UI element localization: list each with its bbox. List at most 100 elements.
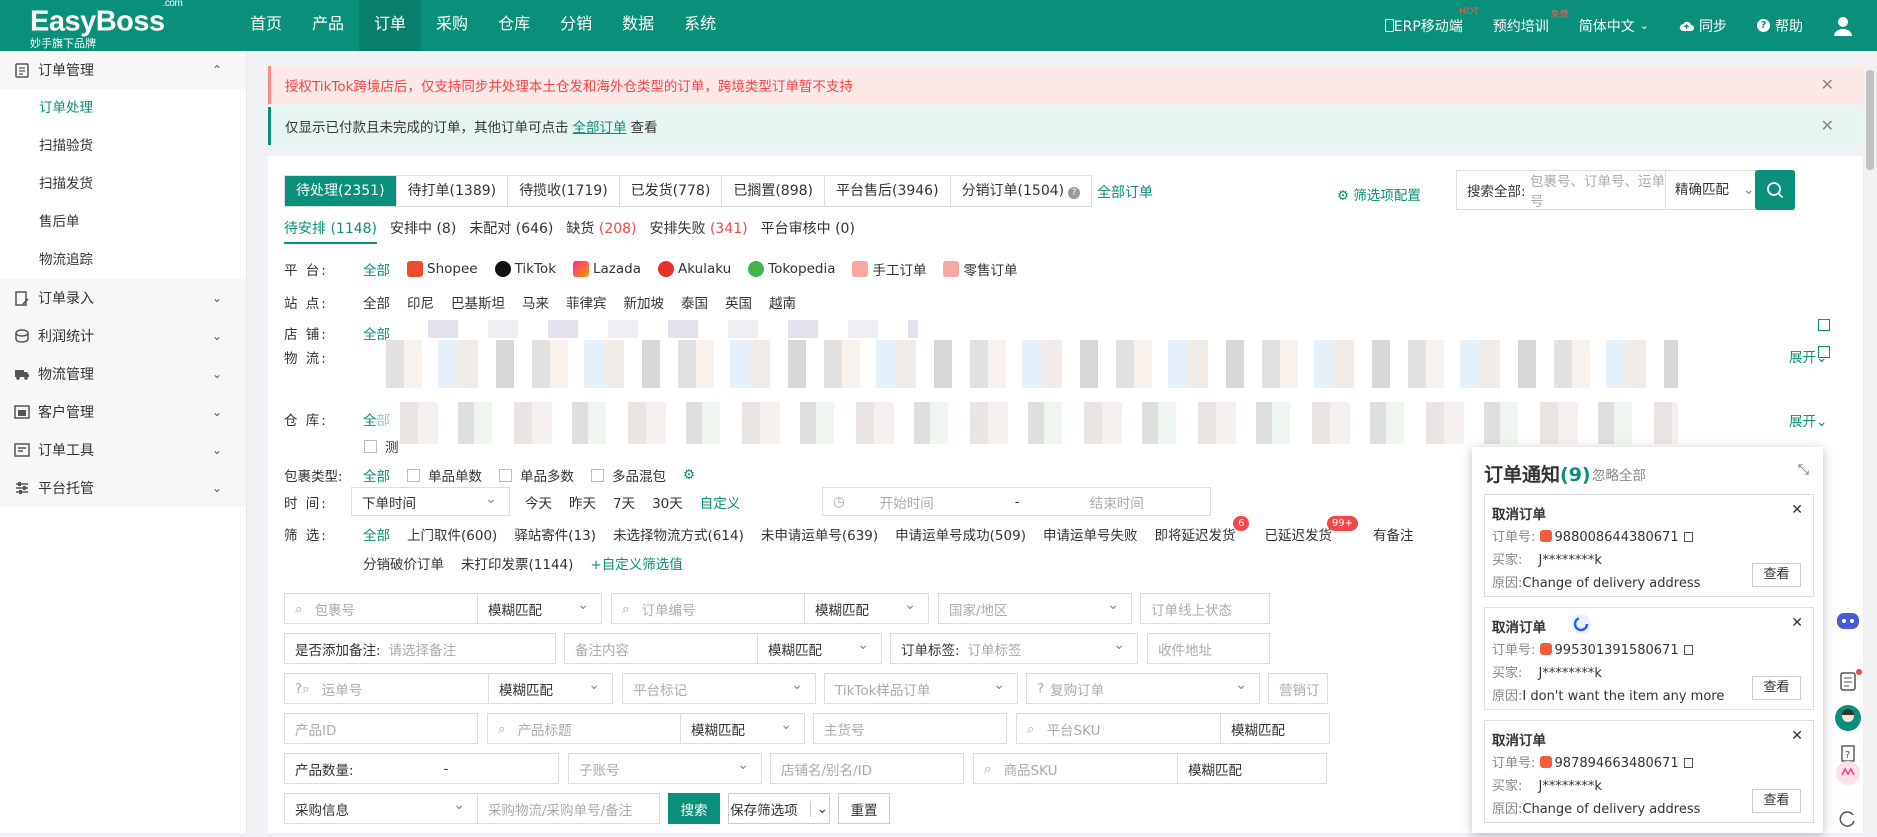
chat-icon[interactable] xyxy=(1833,758,1863,788)
time-7days[interactable]: 7天 xyxy=(613,492,635,512)
tab-platform-after-sales[interactable]: 平台售后(3946) xyxy=(825,176,951,206)
search-button[interactable] xyxy=(1755,170,1795,210)
filter-invoice-not-printed[interactable]: 未打印发票(1144) xyxy=(461,553,573,573)
user-avatar-icon[interactable] xyxy=(1833,16,1853,36)
order-number-input[interactable]: ⌕ 订单编号 xyxy=(611,593,805,624)
copy-icon[interactable] xyxy=(1818,319,1830,331)
notes-icon[interactable] xyxy=(1833,667,1863,697)
sidebar-item-logistics-tracking[interactable]: 物流追踪 xyxy=(0,241,246,279)
country-select[interactable]: 国家/地区 xyxy=(938,593,1132,624)
date-range-picker[interactable]: ◷ 开始时间 - 结束时间 xyxy=(822,487,1211,516)
purchase-search-input[interactable]: 采购物流/采购单号/备注 xyxy=(477,793,660,824)
platform-retail[interactable]: 零售订单 xyxy=(943,259,1017,279)
checkbox[interactable] xyxy=(499,468,512,482)
time-today[interactable]: 今天 xyxy=(525,492,552,512)
repurchase-select[interactable]: ? 复购订单 xyxy=(1026,673,1260,704)
filter-delayed[interactable]: 已延迟发货 99+ xyxy=(1264,516,1358,544)
platform-tiktok[interactable]: TikTok xyxy=(494,261,556,277)
time-custom[interactable]: 自定义 xyxy=(700,492,741,512)
filter-no-logistics[interactable]: 未选择物流方式(614) xyxy=(613,524,744,544)
platform-shopee[interactable]: Shopee xyxy=(407,261,478,277)
subtab-platform-review[interactable]: 平台审核中 (0) xyxy=(761,218,855,244)
subtab-out-of-stock[interactable]: 缺货 (208) xyxy=(566,218,636,244)
logo[interactable]: EasyBoss.com 妙手旗下品牌 xyxy=(30,0,183,49)
filter-distribution-price-break[interactable]: 分销破价订单 xyxy=(363,553,444,573)
nav-product[interactable]: 产品 xyxy=(297,0,359,51)
sidebar-item-scan-inspect[interactable]: 扫描验货 xyxy=(0,127,246,165)
platform-mark-select[interactable]: 平台标记 xyxy=(622,673,816,704)
sub-account-select[interactable]: 子账号 xyxy=(568,753,762,784)
warehouse-expand-toggle[interactable]: 展开⌄ xyxy=(1789,410,1827,430)
sidebar-item-scan-ship[interactable]: 扫描发货 xyxy=(0,165,246,203)
site-thailand[interactable]: 泰国 xyxy=(681,292,708,312)
filter-tracking-success[interactable]: 申请运单号成功(509) xyxy=(895,524,1026,544)
site-indonesia[interactable]: 印尼 xyxy=(407,292,434,312)
tab-on-hold[interactable]: 已搁置(898) xyxy=(722,176,825,206)
filter-has-note[interactable]: 有备注 xyxy=(1373,524,1414,544)
package-single-item-single-qty[interactable]: 单品单数 xyxy=(407,465,482,485)
reset-button[interactable]: 重置 xyxy=(838,793,890,824)
save-filter-button[interactable]: 保存筛选项 ⌄ xyxy=(728,793,830,824)
product-sku-input[interactable]: ⌕ 商品SKU xyxy=(973,753,1178,784)
view-button[interactable]: 查看 xyxy=(1752,676,1801,700)
collapse-icon[interactable]: ⤡ xyxy=(1798,462,1809,478)
shop-name-input[interactable]: 店铺名/别名/ID xyxy=(770,753,964,784)
platform-sku-match-select[interactable]: 模糊匹配 xyxy=(1220,713,1330,744)
customer-service-avatar-icon[interactable] xyxy=(1833,703,1863,733)
site-malaysia[interactable]: 马来 xyxy=(522,292,549,312)
nav-order[interactable]: 订单 xyxy=(359,0,422,51)
site-vietnam[interactable]: 越南 xyxy=(769,292,796,312)
copy-icon[interactable] xyxy=(1818,346,1830,358)
note-content-input[interactable]: 备注内容 xyxy=(564,633,758,664)
platform-tokopedia[interactable]: Tokopedia xyxy=(748,261,835,277)
sidebar-item-after-sales[interactable]: 售后单 xyxy=(0,203,246,241)
filter-station-send[interactable]: 驿站寄件(13) xyxy=(514,524,596,544)
site-uk[interactable]: 英国 xyxy=(725,292,752,312)
product-title-input[interactable]: ⌕ 产品标题 xyxy=(487,713,681,744)
nav-data[interactable]: 数据 xyxy=(607,0,669,51)
platform-all[interactable]: 全部 xyxy=(363,259,390,279)
title-match-select[interactable]: 模糊匹配 xyxy=(680,713,805,744)
platform-manual[interactable]: 手工订单 xyxy=(852,259,926,279)
close-icon[interactable]: ✕ xyxy=(1791,615,1803,631)
site-singapore[interactable]: 新加坡 xyxy=(624,292,665,312)
filter-door-pickup[interactable]: 上门取件(600) xyxy=(407,524,497,544)
order-tag-select[interactable]: 订单标签: 订单标签 xyxy=(890,633,1138,664)
order-match-select[interactable]: 模糊匹配 xyxy=(804,593,929,624)
sidebar-group-logistics[interactable]: 物流管理 ⌄ xyxy=(0,355,246,393)
product-sku-match-select[interactable]: 模糊匹配 xyxy=(1177,753,1327,784)
page-scrollbar[interactable] xyxy=(1863,51,1877,833)
package-number-input[interactable]: ⌕ 包裹号 xyxy=(284,593,478,624)
time-type-select[interactable]: 下单时间 xyxy=(351,487,510,516)
view-button[interactable]: 查看 xyxy=(1752,789,1801,813)
sidebar-group-profit-stats[interactable]: 利润统计 ⌄ xyxy=(0,317,246,355)
tab-to-print[interactable]: 待打单(1389) xyxy=(397,176,509,206)
checkbox[interactable] xyxy=(591,468,604,482)
nav-distribution[interactable]: 分销 xyxy=(545,0,607,51)
sidebar-group-order-management[interactable]: 订单管理 ⌃ xyxy=(0,51,246,89)
help-button[interactable]: ? 帮助 xyxy=(1757,16,1803,36)
match-mode-select[interactable]: 精确匹配 ⌄ xyxy=(1665,171,1760,209)
scrollbar-thumb[interactable] xyxy=(1866,70,1874,170)
tab-shipped[interactable]: 已发货(778) xyxy=(620,176,723,206)
checkbox[interactable] xyxy=(364,439,377,453)
search-input[interactable]: 包裹号、订单号、运单号 xyxy=(1530,170,1665,210)
package-single-item-multi-qty[interactable]: 单品多数 xyxy=(499,465,574,485)
filter-no-tracking[interactable]: 未申请运单号(639) xyxy=(761,524,878,544)
nav-home[interactable]: 首页 xyxy=(235,0,297,51)
has-note-select[interactable]: 是否添加备注: 请选择备注 xyxy=(284,633,556,664)
marketing-select[interactable]: 营销订 xyxy=(1268,673,1328,704)
tab-to-pickup[interactable]: 待揽收(1719) xyxy=(508,176,620,206)
sidebar-item-order-processing[interactable]: 订单处理 xyxy=(0,89,246,127)
all-orders-link[interactable]: 全部订单 xyxy=(573,116,627,136)
filter-config-button[interactable]: ⚙ 筛选项配置 xyxy=(1337,184,1421,204)
checkbox[interactable] xyxy=(407,468,420,482)
all-orders-tab-link[interactable]: 全部订单 xyxy=(1097,182,1153,202)
tab-distribution-orders[interactable]: 分销订单(1504)? xyxy=(951,176,1092,206)
subtab-unpaired[interactable]: 未配对 (646) xyxy=(469,218,553,244)
view-button[interactable]: 查看 xyxy=(1752,563,1801,587)
package-match-select[interactable]: 模糊匹配 xyxy=(477,593,602,624)
copy-icon[interactable] xyxy=(1683,532,1693,542)
site-philippines[interactable]: 菲律宾 xyxy=(566,292,607,312)
nav-system[interactable]: 系统 xyxy=(669,0,731,51)
